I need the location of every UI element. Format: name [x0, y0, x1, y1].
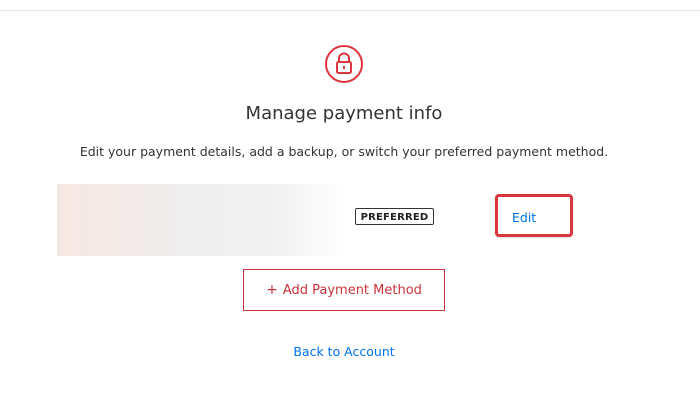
- page-title: Manage payment info: [245, 103, 443, 124]
- edit-link[interactable]: Edit: [512, 210, 536, 226]
- top-divider: [0, 10, 700, 11]
- preferred-badge: PREFERRED: [355, 208, 434, 225]
- plus-icon: +: [266, 282, 278, 298]
- add-payment-method-button[interactable]: + Add Payment Method: [243, 269, 445, 311]
- manage-payment-page: Manage payment info Edit your payment de…: [0, 0, 700, 415]
- page-subtitle: Edit your payment details, add a backup,…: [79, 144, 609, 159]
- back-to-account-link[interactable]: Back to Account: [0, 344, 688, 360]
- add-payment-method-label: Add Payment Method: [282, 282, 422, 298]
- lock-icon: [325, 45, 363, 83]
- payment-method-card: [57, 184, 347, 256]
